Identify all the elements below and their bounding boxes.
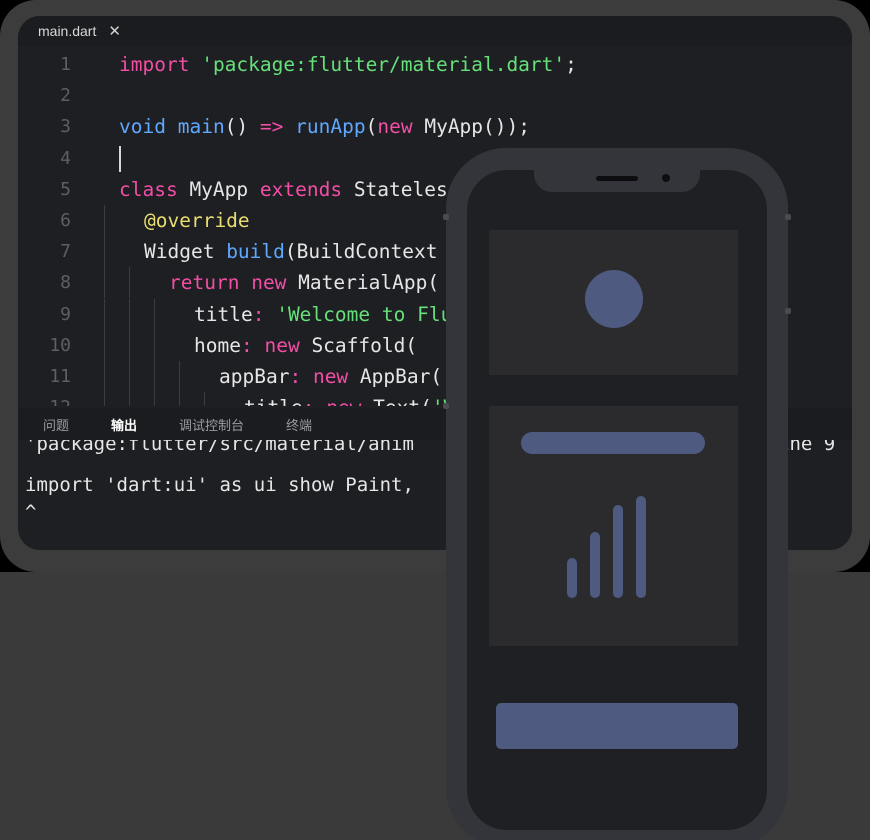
line-number: 2 <box>60 85 71 107</box>
close-icon[interactable]: ✕ <box>108 22 121 40</box>
indent-guide <box>179 392 180 406</box>
line-number: 1 <box>60 54 71 75</box>
code-text: void main() => runApp(new MyApp()); <box>119 115 530 139</box>
output-line: ^ <box>25 501 37 523</box>
indent-guide <box>129 329 130 361</box>
panel-tab[interactable]: 输出 <box>111 415 137 434</box>
indent-guide <box>154 298 155 330</box>
indent-guide <box>129 361 130 392</box>
indent-guide <box>154 329 155 361</box>
code-text: return new MaterialApp( <box>169 271 440 295</box>
indent-guide <box>129 267 130 299</box>
panel-tab[interactable]: 问题 <box>43 415 69 434</box>
code-text: appBar: new AppBar( <box>219 365 443 388</box>
line-number: 8 <box>60 272 71 294</box>
editor-tab-bar: main.dart ✕ <box>18 16 852 46</box>
indent-guide <box>154 392 155 406</box>
tab-main-dart[interactable]: main.dart ✕ <box>18 16 137 46</box>
indent-guide <box>104 329 105 361</box>
indent-guide <box>129 298 130 330</box>
code-text: class MyApp extends Stateles <box>119 177 448 201</box>
line-number: 9 <box>60 303 71 325</box>
output-line: 'package:flutter/src/material/anim <box>25 440 414 455</box>
line-number: 7 <box>60 241 71 263</box>
profile-card <box>489 230 738 375</box>
code-text: Widget build(BuildContext <box>144 240 438 264</box>
phone-side-button <box>785 308 791 314</box>
indent-guide <box>104 205 105 236</box>
phone-screen <box>467 170 767 830</box>
stats-card <box>489 406 738 646</box>
tab-label: main.dart <box>38 23 97 39</box>
code-text: @override <box>144 209 250 232</box>
code-line[interactable]: 1 import 'package:flutter/material.dart'; <box>18 49 852 80</box>
phone-side-button <box>443 403 449 409</box>
phone-side-button <box>785 214 791 220</box>
code-text: title: 'Welcome to Flu <box>194 302 453 326</box>
code-line[interactable]: 2 <box>18 80 852 111</box>
panel-tab[interactable]: 调试控制台 <box>179 415 244 434</box>
code-text: import 'package:flutter/material.dart'; <box>119 53 577 76</box>
indent-guide <box>179 361 180 392</box>
phone-notch <box>534 170 700 192</box>
indent-guide <box>104 298 105 330</box>
panel-tab[interactable]: 终端 <box>286 415 312 434</box>
line-number: 3 <box>60 116 71 138</box>
chart-bar <box>567 557 577 598</box>
indent-guide <box>129 392 130 406</box>
chart-bar <box>590 532 600 598</box>
line-number: 4 <box>60 147 71 169</box>
text-cursor <box>119 146 121 173</box>
indent-guide <box>104 236 105 268</box>
avatar-placeholder <box>585 270 643 328</box>
signal-bars-icon <box>567 492 657 598</box>
line-number: 5 <box>60 178 71 200</box>
line-number: 6 <box>60 210 71 231</box>
code-line[interactable]: 3 void main() => runApp(new MyApp()); <box>18 111 852 142</box>
indent-guide <box>104 361 105 392</box>
line-number: 12 <box>18 392 71 406</box>
action-button-placeholder[interactable] <box>496 703 738 749</box>
code-text <box>119 143 121 174</box>
line-number: 11 <box>49 366 71 387</box>
phone-side-button <box>443 214 449 220</box>
indent-guide <box>104 392 105 406</box>
camera-icon <box>662 174 670 182</box>
indent-guide <box>104 267 105 299</box>
chart-bar <box>636 496 646 598</box>
output-line: import 'dart:ui' as ui show Paint, <box>25 474 414 496</box>
title-placeholder <box>521 432 705 454</box>
indent-guide <box>204 392 205 406</box>
line-number: 10 <box>49 334 71 356</box>
indent-guide <box>154 361 155 392</box>
code-text: title: new Text('W <box>244 392 455 406</box>
phone-mockup <box>443 148 791 840</box>
code-text: home: new Scaffold( <box>194 333 418 357</box>
speaker-icon <box>596 176 638 181</box>
chart-bar <box>613 504 623 598</box>
